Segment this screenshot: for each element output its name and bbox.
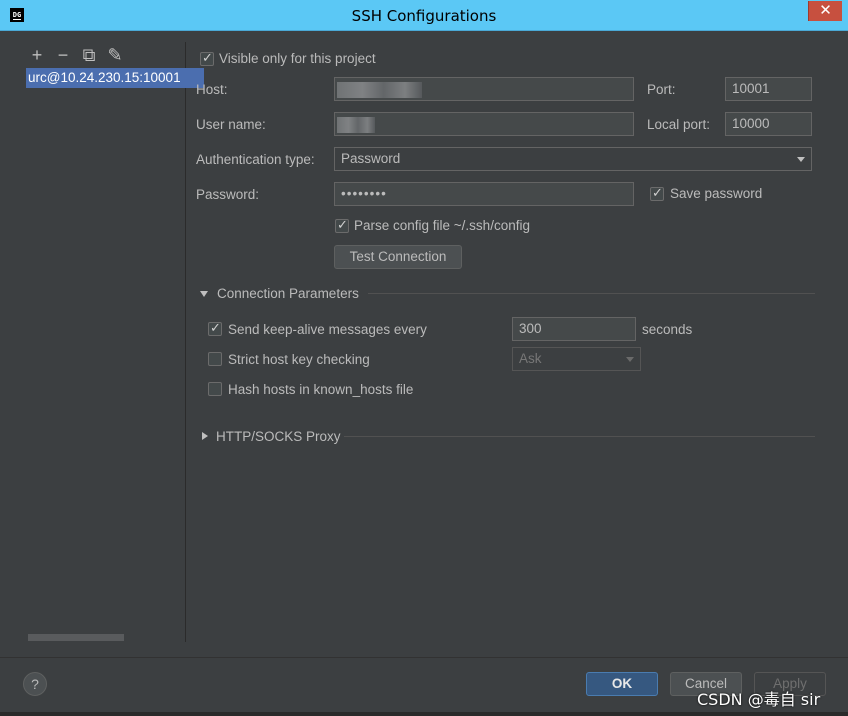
user-name-field[interactable] [334,112,634,136]
copy-icon[interactable]: ⧉ [81,46,97,64]
dialog-footer: ? OK Cancel Apply CSDN @毒自 sir [0,657,848,716]
save-password-label: Save password [670,186,763,201]
proxy-title: HTTP/SOCKS Proxy [216,429,341,444]
close-button[interactable]: ✕ [808,1,842,21]
add-icon[interactable]: + [29,46,45,64]
strict-host-value: Ask [519,351,542,366]
strict-host-checkbox[interactable] [208,352,222,366]
expanded-triangle-icon [200,291,208,297]
config-list-panel: + − ⧉ ✎ urc@10.24.230.15:10001 [18,42,204,642]
test-connection-button[interactable]: Test Connection [334,245,462,269]
keepalive-unit-label: seconds [642,322,693,337]
host-label: Host: [196,82,228,97]
keepalive-interval-field[interactable]: 300 [512,317,636,341]
connection-params-title: Connection Parameters [217,286,359,301]
taskbar-edge [0,712,848,716]
hash-hosts-checkbox[interactable] [208,382,222,396]
password-label: Password: [196,187,260,202]
auth-type-value: Password [341,151,401,166]
save-password-checkbox[interactable] [650,185,664,201]
local-port-field[interactable]: 10000 [725,112,812,136]
ok-button[interactable]: OK [586,672,658,696]
keepalive-checkbox[interactable] [208,320,222,336]
password-field[interactable]: •••••••• [334,182,634,206]
redacted-host [337,82,422,98]
visible-only-label: Visible only for this project [219,51,376,66]
parse-config-label: Parse config file ~/.ssh/config [354,218,530,233]
auth-type-select[interactable]: Password [334,147,812,171]
remove-icon[interactable]: − [55,46,71,64]
chevron-down-icon [797,157,805,162]
host-field[interactable] [334,77,634,101]
strict-host-select[interactable]: Ask [512,347,641,371]
horizontal-scrollbar[interactable] [28,634,124,641]
config-form: Visible only for this project Host: Port… [196,42,826,642]
window-title: SSH Configurations [351,7,497,25]
config-list-item[interactable]: urc@10.24.230.15:10001 [26,68,204,88]
local-port-label: Local port: [647,117,711,132]
watermark: CSDN @毒自 sir [697,690,821,709]
parse-config-checkbox[interactable] [335,217,349,233]
user-name-label: User name: [196,117,266,132]
redacted-user [337,117,375,133]
section-divider [344,436,815,437]
help-button[interactable]: ? [23,672,47,696]
port-field[interactable]: 10001 [725,77,812,101]
chevron-down-icon [626,357,634,362]
section-divider [368,293,815,294]
port-label: Port: [647,82,676,97]
strict-host-label: Strict host key checking [228,352,370,367]
hash-hosts-label: Hash hosts in known_hosts file [228,382,414,397]
collapsed-triangle-icon [202,432,208,440]
list-toolbar: + − ⧉ ✎ [29,46,123,64]
auth-type-label: Authentication type: [196,152,315,167]
title-bar: DG SSH Configurations ✕ [0,0,848,31]
visible-only-checkbox[interactable] [200,50,214,66]
keepalive-label: Send keep-alive messages every [228,322,427,337]
edit-icon[interactable]: ✎ [107,46,123,64]
